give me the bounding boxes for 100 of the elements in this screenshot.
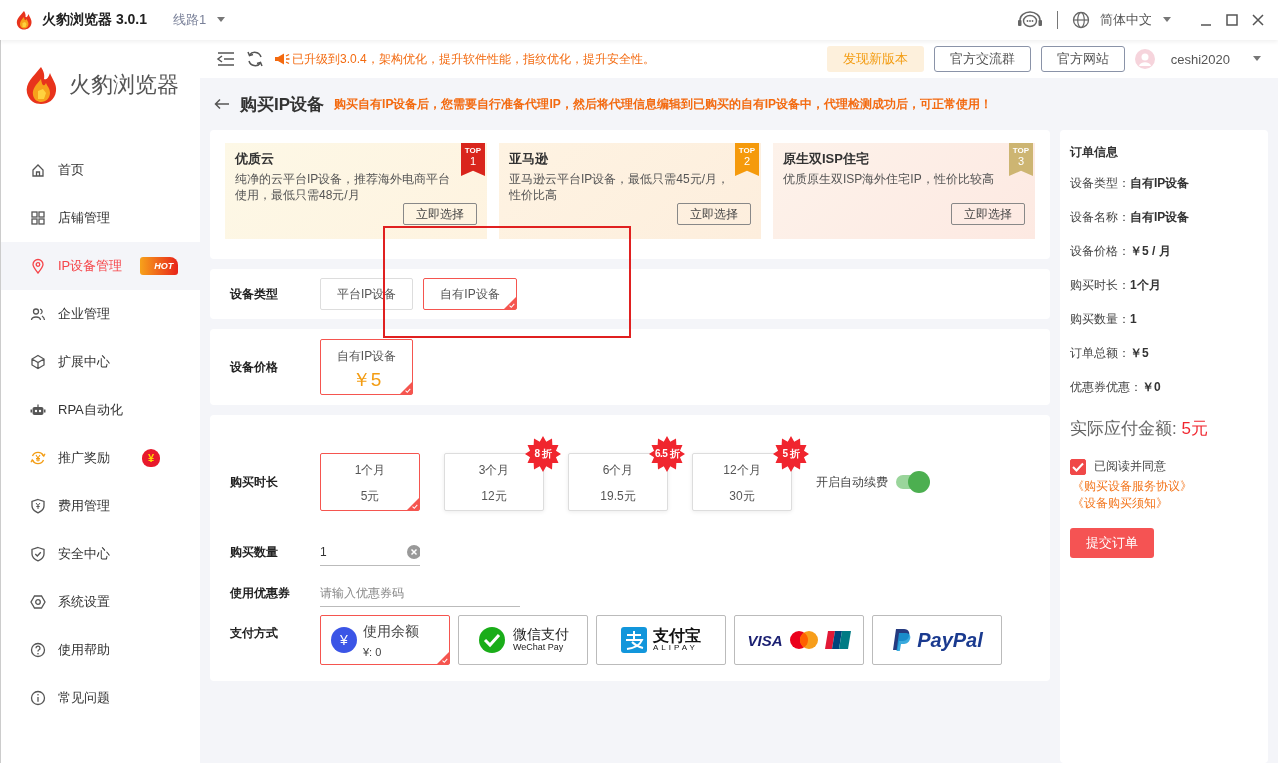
field-label: 购买数量: [230, 543, 279, 561]
back-arrow-icon[interactable]: [214, 98, 230, 110]
link-button[interactable]: 官方网站: [1040, 46, 1125, 72]
app-title: 火豹浏览器 3.0.1: [42, 11, 148, 29]
payment-title: 微信支付: [513, 627, 569, 643]
flame-logo-icon: [14, 10, 34, 30]
line-label: 线路1: [173, 11, 207, 29]
headset-chat-icon[interactable]: [1017, 10, 1043, 30]
order-detail: 优惠券优惠：￥0: [1070, 379, 1161, 396]
visa-logo: VISA: [747, 631, 783, 649]
agree-checkbox[interactable]: [1070, 458, 1086, 475]
agree-label: 已阅读并同意: [1094, 458, 1166, 475]
payment-option[interactable]: 支付宝 ALIPAY: [596, 615, 726, 665]
link-button[interactable]: 官方交流群: [933, 46, 1031, 72]
rank-ribbon: TOP 1: [461, 143, 485, 176]
payment-option[interactable]: PayPal: [872, 615, 1002, 665]
paypal-logo: PayPal: [917, 628, 983, 652]
line-select[interactable]: 线路1: [173, 11, 227, 29]
order-detail: 设备名称：自有IP设备: [1070, 209, 1190, 226]
sidebar-item[interactable]: 首页: [1, 146, 200, 194]
language-select[interactable]: 简体中文: [1072, 11, 1172, 29]
info-icon: [30, 690, 46, 706]
mastercard-icon: [788, 630, 819, 650]
select-button[interactable]: 立即选择: [951, 203, 1025, 225]
user-name[interactable]: ceshi2020: [1170, 51, 1230, 67]
duration-price: 5元: [360, 488, 380, 505]
field-label: 设备类型: [230, 285, 279, 303]
payment-title: 支付宝: [653, 626, 701, 644]
device-type-option[interactable]: 自有IP设备: [423, 278, 517, 310]
refresh-icon[interactable]: [246, 50, 264, 68]
order-detail: 购买数量：1: [1070, 311, 1137, 328]
balance-amount: ¥: 0: [363, 645, 382, 658]
payment-option[interactable]: ¥ 使用余额 ¥: 0: [320, 615, 450, 665]
caret-icon: [216, 17, 227, 23]
coin-exchange-icon: [30, 450, 46, 466]
sidebar-label: 扩展中心: [58, 353, 110, 371]
payment-title: 使用余额: [363, 622, 419, 641]
corner-check-icon: [503, 297, 516, 309]
device-type-option[interactable]: 平台IP设备: [320, 278, 414, 310]
yen-coin-icon: ¥: [331, 627, 357, 653]
sidebar-item[interactable]: 安全中心: [1, 530, 200, 578]
plan-name: 优质云: [235, 150, 274, 168]
discount-badge: 8 折: [525, 436, 561, 472]
order-detail: 设备价格：￥5 / 月: [1070, 243, 1171, 260]
globe-icon: [1072, 11, 1090, 29]
payment-option[interactable]: 微信支付 WeChat Pay: [458, 615, 588, 665]
coupon-field[interactable]: 请输入优惠券码: [320, 579, 520, 607]
duration-period: 3个月: [478, 462, 510, 479]
order-detail: 订单总额：￥5: [1070, 345, 1149, 362]
plan-description: 优质原生双ISP海外住宅IP，性价比较高: [783, 171, 995, 187]
sidebar-item[interactable]: IP设备管理 HOT: [1, 242, 200, 290]
users-icon: [30, 306, 46, 322]
discount-badge: 6.5 折: [649, 436, 685, 472]
payable-total: 实际应付金额: 5元: [1070, 418, 1208, 440]
sidebar-item[interactable]: RPA自动化: [1, 386, 200, 434]
price-option[interactable]: 自有IP设备 ￥5: [320, 339, 413, 395]
field-label: 使用优惠券: [230, 584, 291, 602]
hot-badge: HOT: [140, 257, 179, 275]
collapse-menu-icon[interactable]: [216, 51, 236, 67]
sidebar-item[interactable]: 使用帮助: [1, 626, 200, 674]
sidebar-label: 费用管理: [58, 497, 110, 515]
sidebar-item[interactable]: 费用管理: [1, 482, 200, 530]
order-detail: 设备类型：自有IP设备: [1070, 175, 1190, 192]
duration-price: 19.5元: [600, 488, 636, 505]
page-notice: 购买自有IP设备后，您需要自行准备代理IP，然后将代理信息编辑到已购买的自有IP设备中，代理检测成功后，可正常使用！: [334, 95, 993, 113]
sidebar-item[interactable]: 企业管理: [1, 290, 200, 338]
duration-period: 6个月: [602, 462, 634, 479]
duration-option[interactable]: 1个月 5元: [320, 453, 420, 511]
cube-icon: [30, 354, 46, 370]
price-value: ￥5: [351, 368, 382, 392]
plan-description: 亚马逊云平台IP设备，最低只需45元/月，性价比高: [509, 171, 731, 203]
payment-subtitle: ALIPAY: [653, 644, 698, 654]
select-button[interactable]: 立即选择: [403, 203, 477, 225]
rank-ribbon: TOP 3: [1009, 143, 1033, 176]
alipay-icon: [621, 627, 647, 653]
update-notice: 已升级到3.0.4，架构优化，提升软件性能，指纹优化，提升安全性。: [292, 50, 655, 68]
sidebar-item[interactable]: 系统设置: [1, 578, 200, 626]
unionpay-icon: [824, 631, 851, 649]
sidebar-label: 企业管理: [58, 305, 110, 323]
price-option-name: 自有IP设备: [336, 348, 397, 365]
corner-check-icon: [437, 652, 449, 664]
clear-icon[interactable]: [407, 544, 420, 559]
sidebar-item[interactable]: 扩展中心: [1, 338, 200, 386]
sidebar-item[interactable]: 推广奖励 ¥: [1, 434, 200, 482]
maximize-icon[interactable]: [1226, 14, 1238, 26]
corner-check-icon: [400, 382, 412, 394]
select-button[interactable]: 立即选择: [677, 203, 751, 225]
field-label: 设备价格: [230, 358, 279, 376]
sidebar-item[interactable]: 常见问题: [1, 674, 200, 722]
payment-option[interactable]: VISA: [734, 615, 864, 665]
sidebar-label: IP设备管理: [58, 257, 123, 275]
close-icon[interactable]: [1252, 14, 1264, 26]
checkmark-icon: [1072, 461, 1084, 472]
duration-period: 1个月: [354, 462, 386, 479]
help-icon: [30, 642, 46, 658]
quantity-field[interactable]: 1: [320, 538, 400, 565]
logo-text: 火豹浏览器: [69, 71, 179, 99]
paypal-icon: [891, 628, 912, 652]
megaphone-icon: [274, 52, 290, 66]
sidebar-item[interactable]: 店铺管理: [1, 194, 200, 242]
